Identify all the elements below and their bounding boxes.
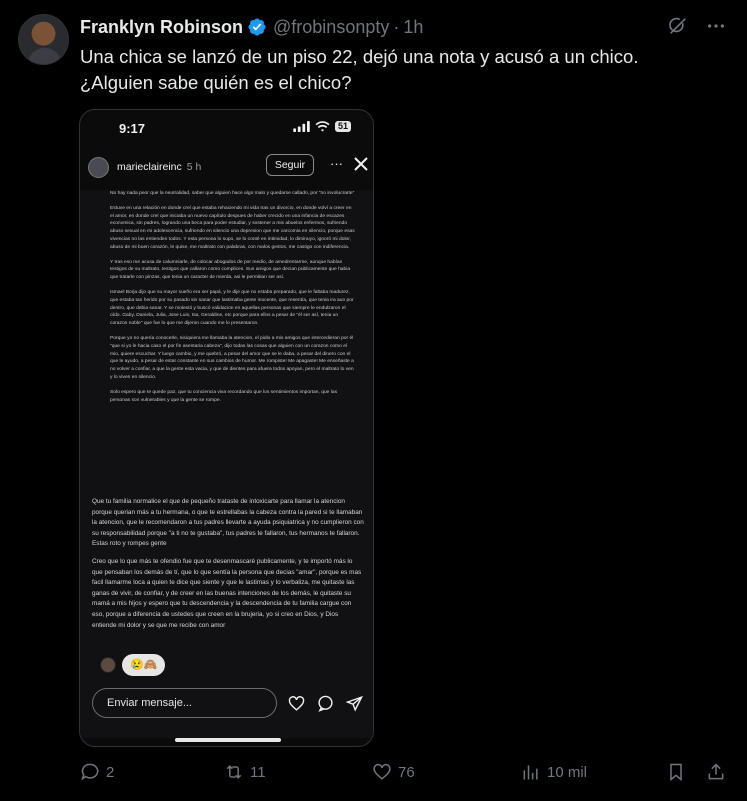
note-paragraph: Solo espero que te quede paz, que tu con… (110, 389, 338, 403)
views-icon (523, 765, 538, 780)
tweet-header: Franklyn Robinson @frobinsonpty · 1h (80, 15, 727, 39)
note-paragraph: Estuve en una relación en donde creí que… (110, 205, 355, 250)
story-time: 5 h (186, 161, 202, 173)
tweet-text-line: ¿Alguien sabe quién es el chico? (80, 72, 352, 93)
author-avatar[interactable] (18, 14, 69, 65)
reply-button[interactable]: 2 (80, 762, 114, 782)
like-icon (373, 763, 391, 780)
status-icons: 51 (293, 121, 351, 132)
signal-icon (293, 121, 310, 132)
tweet-text-line: Una chica se lanzó de un piso 22, dejó u… (80, 46, 639, 67)
story-reply-input[interactable]: Enviar mensaje... (92, 688, 277, 718)
note-text-small: No hay nada peor que la neutralidad, sab… (110, 190, 355, 411)
retweet-icon (226, 765, 242, 779)
heart-icon[interactable] (288, 695, 305, 712)
more-icon[interactable] (705, 15, 727, 37)
tweet-actions: 2 11 76 10 mil (80, 762, 730, 786)
separator-dot: · (393, 16, 400, 37)
reply-count: 2 (106, 763, 115, 781)
story-header: marieclaireinc 5 h Seguir ··· (88, 154, 370, 180)
wifi-icon (315, 121, 330, 132)
retweet-count: 11 (250, 763, 266, 781)
story-reply-actions (288, 695, 363, 712)
views-button[interactable]: 10 mil (521, 762, 587, 782)
bookmark-icon[interactable] (666, 762, 686, 782)
close-icon[interactable] (352, 155, 370, 173)
like-button[interactable]: 76 (372, 762, 415, 782)
author-handle[interactable]: @frobinsonpty (273, 17, 389, 38)
note-paragraph: Porque yo no quería conocerle, nisiquier… (110, 335, 354, 380)
reaction-bubble[interactable]: 😢🙈 (122, 654, 166, 676)
retweet-button[interactable]: 11 (224, 762, 266, 782)
tweet-time[interactable]: 1h (403, 17, 423, 38)
story-more-icon[interactable]: ··· (330, 156, 343, 171)
author-name[interactable]: Franklyn Robinson (80, 17, 243, 38)
verified-badge-icon[interactable] (247, 17, 267, 37)
note-paragraph: Creo que lo que más te ofendio fue que t… (92, 557, 362, 629)
views-count: 10 mil (547, 763, 588, 781)
tweet-media-screenshot[interactable]: 9:17 51 marieclaireinc 5 h Seguir ··· No… (79, 109, 374, 747)
like-count: 76 (398, 763, 415, 781)
follow-button[interactable]: Seguir (266, 154, 314, 176)
reply-icon (81, 763, 99, 781)
note-paragraph: Que tu familia normalice el que de peque… (92, 498, 364, 548)
share-icon[interactable] (706, 762, 726, 782)
header-actions (667, 15, 727, 37)
reaction-avatar (100, 657, 116, 673)
home-indicator (175, 738, 281, 742)
grok-icon[interactable] (667, 15, 689, 37)
comment-icon[interactable] (317, 695, 334, 712)
phone-status-bar: 9:17 51 (80, 110, 373, 146)
note-paragraph: Ismael Borja dijo que su mayor sueño era… (110, 289, 354, 327)
status-time: 9:17 (119, 121, 146, 136)
note-paragraph: No hay nada peor que la neutralidad, sab… (110, 191, 355, 196)
battery-icon: 51 (334, 121, 351, 132)
tweet-text: Una chica se lanzó de un piso 22, dejó u… (80, 44, 730, 96)
story-username[interactable]: marieclaireinc (117, 161, 182, 173)
story-avatar[interactable] (88, 156, 109, 178)
note-paragraph: Y tras eso me acusa de calumniarle, de c… (110, 259, 351, 281)
note-text-large: Que tu familia normalice el que de peque… (92, 497, 364, 638)
send-icon[interactable] (346, 695, 363, 712)
story-reactions: 😢🙈 (100, 654, 166, 676)
